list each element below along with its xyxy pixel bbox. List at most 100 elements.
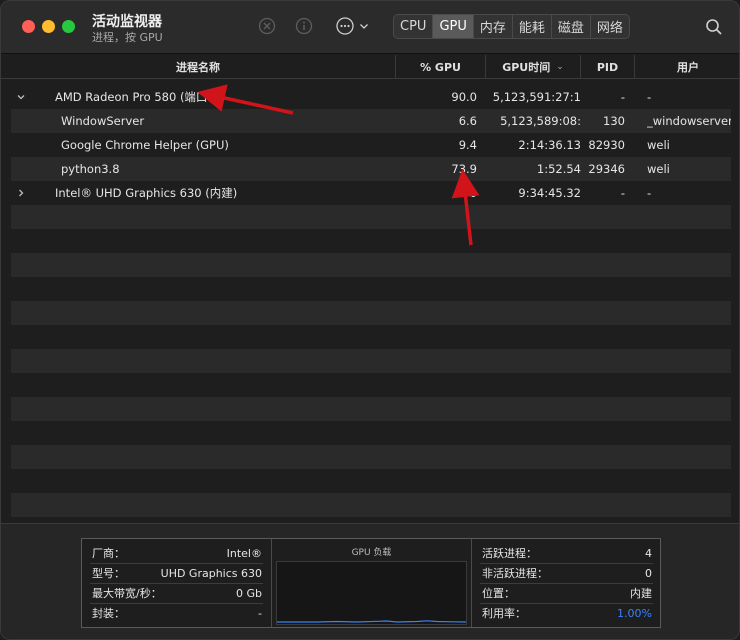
- minimize-window-button[interactable]: [42, 20, 55, 33]
- user: _windowserver: [647, 114, 731, 128]
- process-count-row: 位置： 内建: [482, 583, 652, 603]
- process-row[interactable]: Google Chrome Helper (GPU) 9.4 2:14:36.13 8…: [11, 133, 731, 157]
- gpu-info-label: 封装：: [92, 607, 125, 620]
- gpu-device-row[interactable]: AMD Radeon Pro 580 (端口 4) 90.0 5,123,591:2…: [11, 85, 731, 109]
- gpu-info-label: 型号：: [92, 567, 125, 580]
- empty-row: [11, 469, 731, 493]
- empty-row: [11, 373, 731, 397]
- column-gpu-time-header[interactable]: GPU时间 ⌄: [485, 55, 580, 79]
- process-count-value: 0: [645, 566, 652, 580]
- empty-row: [11, 493, 731, 517]
- gpu-info-row: 最大带宽/秒： 0 Gb: [92, 583, 262, 603]
- process-count-label: 位置：: [482, 587, 515, 600]
- sort-chevron-icon: ⌄: [556, 62, 564, 72]
- pid: 82930: [588, 138, 625, 152]
- process-count-label: 活跃进程：: [482, 547, 537, 560]
- more-actions-button[interactable]: [334, 16, 370, 36]
- gpu-info-row: 厂商： Intel®: [92, 543, 262, 563]
- process-row[interactable]: WindowServer 6.6 5,123,589:08: 130 _windowse…: [11, 109, 731, 133]
- process-count-label: 利用率：: [482, 607, 526, 620]
- gpu-time: 9:34:45.32: [518, 186, 581, 200]
- gpu-info-row: 封装： -: [92, 603, 262, 623]
- process-count-list: 活跃进程： 4 非活跃进程： 0 位置： 内建利用率： 1.00%: [471, 539, 661, 627]
- gpu-percent: 73.9: [451, 162, 477, 176]
- search-icon: [706, 19, 722, 35]
- gpu-summary-panel: 厂商： Intel® 型号： UHD Graphics 630 最大带宽/秒： 0 Gb 封…: [1, 523, 739, 639]
- user: weli: [647, 138, 670, 152]
- process-name: python3.8: [61, 162, 120, 176]
- column-gpu-header[interactable]: % GPU: [395, 55, 485, 79]
- title-bar: 活动监视器 进程，按 GPU CPU GPU 内存 能耗 磁盘 网络: [1, 1, 739, 54]
- gpu-percent: 9.4: [458, 138, 477, 152]
- pid: -: [620, 186, 625, 200]
- x-circle-icon: [258, 17, 276, 35]
- tab-memory[interactable]: 内存: [474, 15, 513, 38]
- empty-row: [11, 421, 731, 445]
- gpu-info-value: 0 Gb: [235, 586, 262, 600]
- gpu-load-graph: [276, 561, 467, 625]
- process-row[interactable]: python3.8 73.9 1:52.54 29346 weli: [11, 157, 731, 181]
- process-count-row: 非活跃进程： 0: [482, 563, 652, 583]
- close-window-button[interactable]: [22, 20, 35, 33]
- process-count-label: 非活跃进程：: [482, 567, 548, 580]
- gpu-info-value: UHD Graphics 630: [160, 566, 262, 580]
- column-user-header[interactable]: 用户: [634, 55, 739, 79]
- empty-row: [11, 397, 731, 421]
- empty-row: [11, 325, 731, 349]
- app-title: 活动监视器: [92, 14, 162, 30]
- process-name: Intel® UHD Graphics 630 (内建): [55, 186, 238, 200]
- pid: 130: [603, 114, 625, 128]
- gpu-summary-box: 厂商： Intel® 型号： UHD Graphics 630 最大带宽/秒： 0 Gb 封…: [81, 538, 661, 628]
- app-subtitle: 进程，按 GPU: [92, 31, 163, 44]
- category-tabs: CPU GPU 内存 能耗 磁盘 网络: [393, 14, 630, 39]
- zoom-window-button[interactable]: [62, 20, 75, 33]
- gpu-info-value: Intel®: [226, 546, 262, 560]
- empty-row: [11, 253, 731, 277]
- tab-disk[interactable]: 磁盘: [552, 15, 591, 38]
- empty-row: [11, 301, 731, 325]
- tab-network[interactable]: 网络: [591, 15, 629, 38]
- pid: 29346: [588, 162, 625, 176]
- gpu-info-value: -: [258, 606, 262, 620]
- process-count-row: 活跃进程： 4: [482, 543, 652, 563]
- empty-row: [11, 229, 731, 253]
- user: -: [647, 186, 652, 200]
- gpu-load-line: [277, 620, 467, 623]
- empty-row: [11, 205, 731, 229]
- gpu-info-label: 最大带宽/秒：: [92, 587, 162, 600]
- gpu-percent: 90.0: [451, 90, 477, 104]
- gpu-info-label: 厂商：: [92, 547, 125, 560]
- tab-gpu[interactable]: GPU: [433, 15, 474, 38]
- process-name: Google Chrome Helper (GPU): [61, 138, 229, 152]
- ellipsis-circle-icon: [335, 17, 354, 35]
- info-icon: [295, 17, 313, 35]
- user: -: [647, 90, 652, 104]
- process-name: AMD Radeon Pro 580 (端口 4): [55, 90, 223, 104]
- user: weli: [647, 162, 670, 176]
- empty-row: [11, 277, 731, 301]
- process-table: AMD Radeon Pro 580 (端口 4) 90.0 5,123,591:2…: [11, 85, 731, 517]
- tab-energy[interactable]: 能耗: [513, 15, 552, 38]
- stop-process-button[interactable]: [257, 16, 277, 36]
- search-button[interactable]: [704, 17, 724, 37]
- inspect-process-button[interactable]: [294, 16, 314, 36]
- gpu-percent: 0: [469, 186, 477, 200]
- gpu-device-row[interactable]: Intel® UHD Graphics 630 (内建) 0 9:34:45.32 -…: [11, 181, 731, 205]
- chevron-down-icon: [359, 24, 368, 29]
- column-gpu-time-label: GPU时间: [502, 61, 551, 74]
- column-name-header[interactable]: 进程名称: [1, 55, 395, 79]
- gpu-info-list: 厂商： Intel® 型号： UHD Graphics 630 最大带宽/秒： 0 Gb 封…: [82, 539, 272, 627]
- column-header: 进程名称 % GPU GPU时间 ⌄ PID 用户: [1, 55, 739, 79]
- gpu-load-title: GPU 负载: [351, 548, 392, 558]
- process-count-value: 1.00%: [617, 606, 652, 620]
- gpu-percent: 6.6: [458, 114, 477, 128]
- empty-row: [11, 445, 731, 469]
- process-count-row: 利用率： 1.00%: [482, 603, 652, 623]
- empty-row: [11, 349, 731, 373]
- gpu-info-row: 型号： UHD Graphics 630: [92, 563, 262, 583]
- process-count-value: 4: [645, 546, 652, 560]
- tab-cpu[interactable]: CPU: [394, 15, 434, 38]
- gpu-load-chart: GPU 负载: [272, 539, 471, 627]
- process-count-value: 内建: [630, 587, 652, 600]
- column-pid-header[interactable]: PID: [580, 55, 634, 79]
